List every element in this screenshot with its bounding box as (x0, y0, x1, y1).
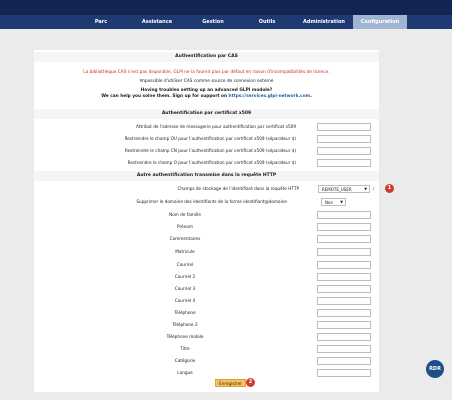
field-input-titre[interactable] (317, 345, 371, 353)
save-button[interactable]: Enregistrer (215, 379, 246, 387)
http-strip-domain-label: Supprimer le domaine des identifiants de… (136, 199, 287, 204)
http-strip-domain-select[interactable]: Non ▼ (321, 198, 346, 206)
field-input-langue[interactable] (317, 369, 371, 377)
chevron-down-icon: ▼ (340, 200, 343, 204)
menu-parc[interactable]: Parc (86, 15, 116, 29)
field-label-prenom: Prénom (177, 224, 193, 229)
x509-cn-input[interactable] (317, 147, 371, 155)
http-storage-field-value: REMOTE_USER (322, 187, 352, 192)
field-input-telephone[interactable] (317, 309, 371, 317)
step-badge-1: 1 (385, 184, 394, 193)
menu-configuration[interactable]: Configuration (353, 15, 407, 29)
field-input-courriel-4[interactable] (317, 297, 371, 305)
step-badge-2: 2 (246, 378, 255, 387)
field-label-categorie: Catégorie (174, 358, 196, 363)
field-input-telephone-2[interactable] (317, 321, 371, 329)
support-help-line1: Having troubles setting up an advanced G… (140, 88, 273, 93)
http-storage-field-select[interactable]: REMOTE_USER ▼ (318, 185, 370, 193)
info-icon[interactable]: i (373, 186, 374, 191)
field-input-categorie[interactable] (317, 357, 371, 365)
cas-section-title: Authentification par CAS (34, 52, 379, 62)
x509-o-label: Restreindre le champ O pour l'authentifi… (127, 160, 296, 165)
field-label-telephone-2: Téléphone 2 (172, 322, 198, 327)
cas-library-error: La bibliothèque CAS n'est pas disponible… (83, 70, 330, 75)
cas-impossible-text: Impossible d'utiliser CAS comme source d… (139, 79, 274, 84)
x509-email-attr-label: Attribut de l'adresse de messagerie pour… (136, 124, 296, 129)
menu-outils[interactable]: Outils (251, 15, 283, 29)
top-header-bar (0, 0, 452, 15)
field-label-courriel-3: Courriel 3 (174, 286, 196, 291)
field-input-nom-de-famille[interactable] (317, 211, 371, 219)
field-input-telephone-mobile[interactable] (317, 333, 371, 341)
http-storage-field-label: Champs de stockage de l'identifiant dans… (177, 186, 299, 191)
field-label-telephone-mobile: Téléphone mobile (166, 334, 204, 339)
field-label-courriel: Courriel (176, 262, 194, 267)
field-label-langue: Langue (177, 370, 193, 375)
menu-assistance[interactable]: Assistance (134, 15, 180, 29)
field-label-matricule: Matricule (175, 249, 195, 254)
x509-ou-input[interactable] (317, 135, 371, 143)
http-strip-domain-value: Non (325, 200, 333, 205)
support-help-line2: We can help you solve them. Sign up for … (34, 94, 379, 99)
support-help-prefix: We can help you solve them. Sign up for … (101, 94, 229, 99)
field-input-prenom[interactable] (317, 223, 371, 231)
x509-email-attr-input[interactable] (317, 123, 371, 131)
field-input-courriel-2[interactable] (317, 273, 371, 281)
support-link[interactable]: https://services.glpi-network.com (229, 94, 311, 99)
field-input-courriel-3[interactable] (317, 285, 371, 293)
x509-o-input[interactable] (317, 159, 371, 167)
field-label-commentaires: Commentaires (169, 236, 201, 241)
field-input-matricule[interactable] (317, 248, 371, 256)
field-label-courriel-2: Courriel 2 (174, 274, 196, 279)
menu-administration[interactable]: Administration (297, 15, 351, 29)
field-input-courriel[interactable] (317, 261, 371, 269)
menu-gestion[interactable]: Gestion (196, 15, 230, 29)
support-help-suffix: . (310, 94, 312, 99)
field-label-titre: Titre (180, 346, 190, 351)
chevron-down-icon: ▼ (364, 187, 367, 191)
x509-section-title: Authentification par certificat x509 (34, 109, 379, 119)
field-input-commentaires[interactable] (317, 235, 371, 243)
field-label-telephone: Téléphone (174, 310, 196, 315)
field-label-courriel-4: Courriel 4 (174, 298, 196, 303)
x509-ou-label: Restreindre le champ OU pour l'authentif… (124, 136, 296, 141)
x509-cn-label: Restreindre le champ CN pour l'authentif… (124, 148, 296, 153)
http-section-title: Autre authentification transmise dans la… (34, 171, 379, 181)
rdr-logo: RDR (426, 360, 444, 378)
field-label-nom-de-famille: Nom de famille (169, 212, 201, 217)
